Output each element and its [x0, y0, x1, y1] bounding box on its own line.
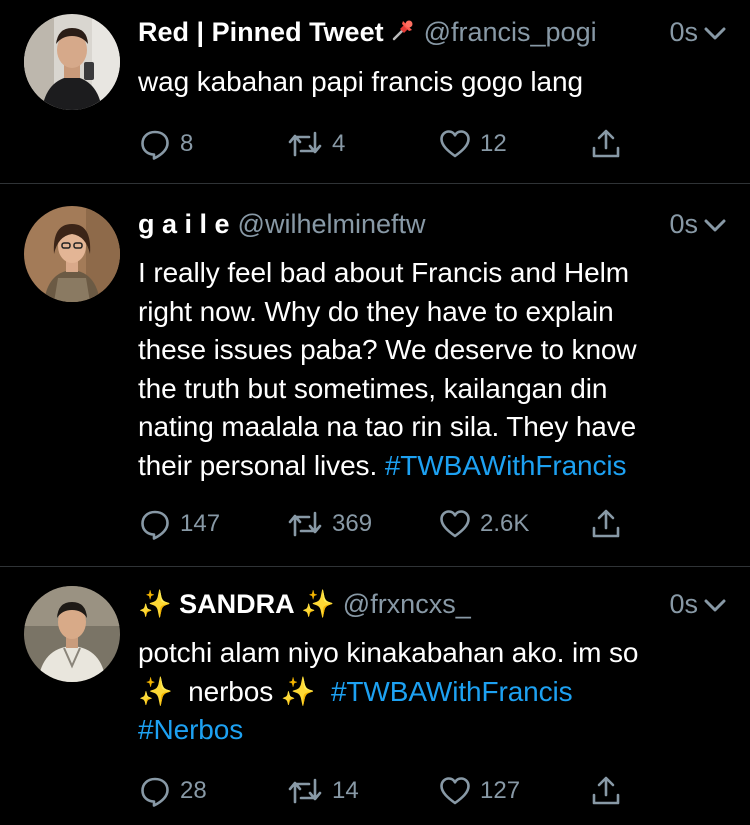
- tweet-text: I really feel bad about Francis and Helm…: [138, 254, 723, 485]
- like-count: 2.6K: [480, 510, 530, 537]
- heart-icon: [440, 130, 470, 158]
- tweet-header: Red | Pinned Tweet @francis_pogi 0s: [138, 14, 726, 50]
- tweet-text-line: these issues paba? We deserve to know: [138, 334, 637, 365]
- share-button[interactable]: [590, 126, 630, 162]
- reply-count: 28: [180, 777, 207, 804]
- share-button[interactable]: [590, 506, 630, 542]
- hashtag-link[interactable]: #Nerbos: [138, 714, 243, 745]
- tweet-text-line: wag kabahan papi francis gogo lang: [138, 66, 583, 97]
- avatar[interactable]: [24, 586, 120, 682]
- timestamp: 0s: [669, 209, 698, 239]
- reply-icon: [141, 777, 169, 807]
- chevron-down-icon[interactable]: [704, 14, 726, 50]
- tweet-text-segment: nerbos: [188, 675, 274, 707]
- tweet-text-line: nating maalala na tao rin sila. They hav…: [138, 411, 637, 442]
- heart-icon: [440, 510, 470, 538]
- sparkles-emoji: ✨: [138, 589, 172, 619]
- reply-button[interactable]: 28: [138, 773, 207, 809]
- share-button[interactable]: [590, 773, 630, 809]
- display-name[interactable]: g a i l e: [138, 209, 230, 239]
- display-name[interactable]: Red | Pinned Tweet: [138, 17, 384, 47]
- hashtag-link[interactable]: #TWBAWithFrancis: [385, 450, 627, 481]
- tweet-text-line: ✨ nerbos ✨ #TWBAWithFrancis: [138, 673, 723, 712]
- like-count: 12: [480, 130, 507, 157]
- tweet-actions: 28 14 127: [138, 773, 638, 809]
- tweet-text: wag kabahan papi francis gogo lang: [138, 63, 723, 102]
- retweet-button[interactable]: 4: [286, 126, 345, 162]
- share-icon: [592, 776, 620, 805]
- display-name[interactable]: ✨ SANDRA ✨: [138, 589, 335, 619]
- chevron-down-icon[interactable]: [704, 206, 726, 242]
- reply-icon: [141, 510, 169, 540]
- timestamp: 0s: [669, 17, 698, 47]
- reply-icon: [141, 130, 169, 160]
- retweet-button[interactable]: 14: [286, 773, 359, 809]
- tweet-text-line: the truth but sometimes, kailangan din: [138, 372, 608, 404]
- pushpin-icon: [390, 16, 416, 52]
- retweet-icon: [288, 778, 322, 804]
- tweet-text-line: #Nerbos: [138, 711, 723, 750]
- retweet-count: 4: [332, 130, 346, 157]
- timestamp-area: 0s: [663, 14, 726, 50]
- tweet-card[interactable]: g a i l e @wilhelmineftw 0s I really feel…: [0, 184, 750, 567]
- sparkles-emoji: ✨: [138, 675, 173, 707]
- reply-count: 147: [180, 510, 221, 537]
- display-name-text: SANDRA: [179, 589, 294, 619]
- user-handle[interactable]: @frxncxs_: [343, 589, 471, 619]
- timestamp-area: 0s: [663, 206, 726, 242]
- avatar[interactable]: [24, 14, 120, 110]
- sparkles-emoji: ✨: [301, 589, 335, 619]
- sparkles-emoji: ✨: [280, 675, 316, 707]
- retweet-icon: [288, 511, 322, 537]
- tweet-text-segment: their personal lives.: [138, 449, 378, 481]
- like-button[interactable]: 12: [438, 126, 507, 162]
- reply-button[interactable]: 147: [138, 506, 220, 542]
- tweet-card[interactable]: Red | Pinned Tweet @francis_pogi 0s wag k…: [0, 0, 750, 184]
- tweet-actions: 147 369 2.6K: [138, 506, 638, 542]
- tweet-text-line: right now. Why do they have to explain: [138, 295, 614, 327]
- like-button[interactable]: 127: [438, 773, 520, 809]
- hashtag-link[interactable]: #TWBAWithFrancis: [331, 676, 573, 707]
- user-handle[interactable]: @francis_pogi: [424, 17, 597, 47]
- like-button[interactable]: 2.6K: [438, 506, 529, 542]
- timestamp-area: 0s: [663, 586, 726, 622]
- retweet-count: 369: [332, 510, 373, 537]
- avatar[interactable]: [24, 206, 120, 302]
- reply-button[interactable]: 8: [138, 126, 193, 162]
- tweet-header: ✨ SANDRA ✨ @frxncxs_ 0s: [138, 586, 726, 622]
- share-icon: [592, 509, 620, 538]
- tweet-text-line: potchi alam niyo kinakabahan ako. im so: [138, 637, 639, 668]
- like-count: 127: [480, 777, 521, 804]
- share-icon: [592, 129, 620, 158]
- tweet-header: g a i l e @wilhelmineftw 0s: [138, 206, 726, 242]
- timestamp: 0s: [669, 589, 698, 619]
- retweet-button[interactable]: 369: [286, 506, 372, 542]
- tweet-card[interactable]: ✨ SANDRA ✨ @frxncxs_ 0s potchi alam niyo …: [0, 567, 750, 825]
- tweet-text-line: I really feel bad about Francis and Helm: [138, 257, 629, 288]
- user-handle[interactable]: @wilhelmineftw: [238, 209, 426, 239]
- tweet-text-line-last: their personal lives. #TWBAWithFrancis: [138, 447, 723, 486]
- tweet-text: potchi alam niyo kinakabahan ako. im so …: [138, 634, 723, 750]
- heart-icon: [440, 777, 470, 805]
- chevron-down-icon[interactable]: [704, 586, 726, 622]
- retweet-count: 14: [332, 777, 359, 804]
- reply-count: 8: [180, 130, 194, 157]
- tweet-actions: 8 4 12: [138, 126, 638, 162]
- retweet-icon: [288, 131, 322, 157]
